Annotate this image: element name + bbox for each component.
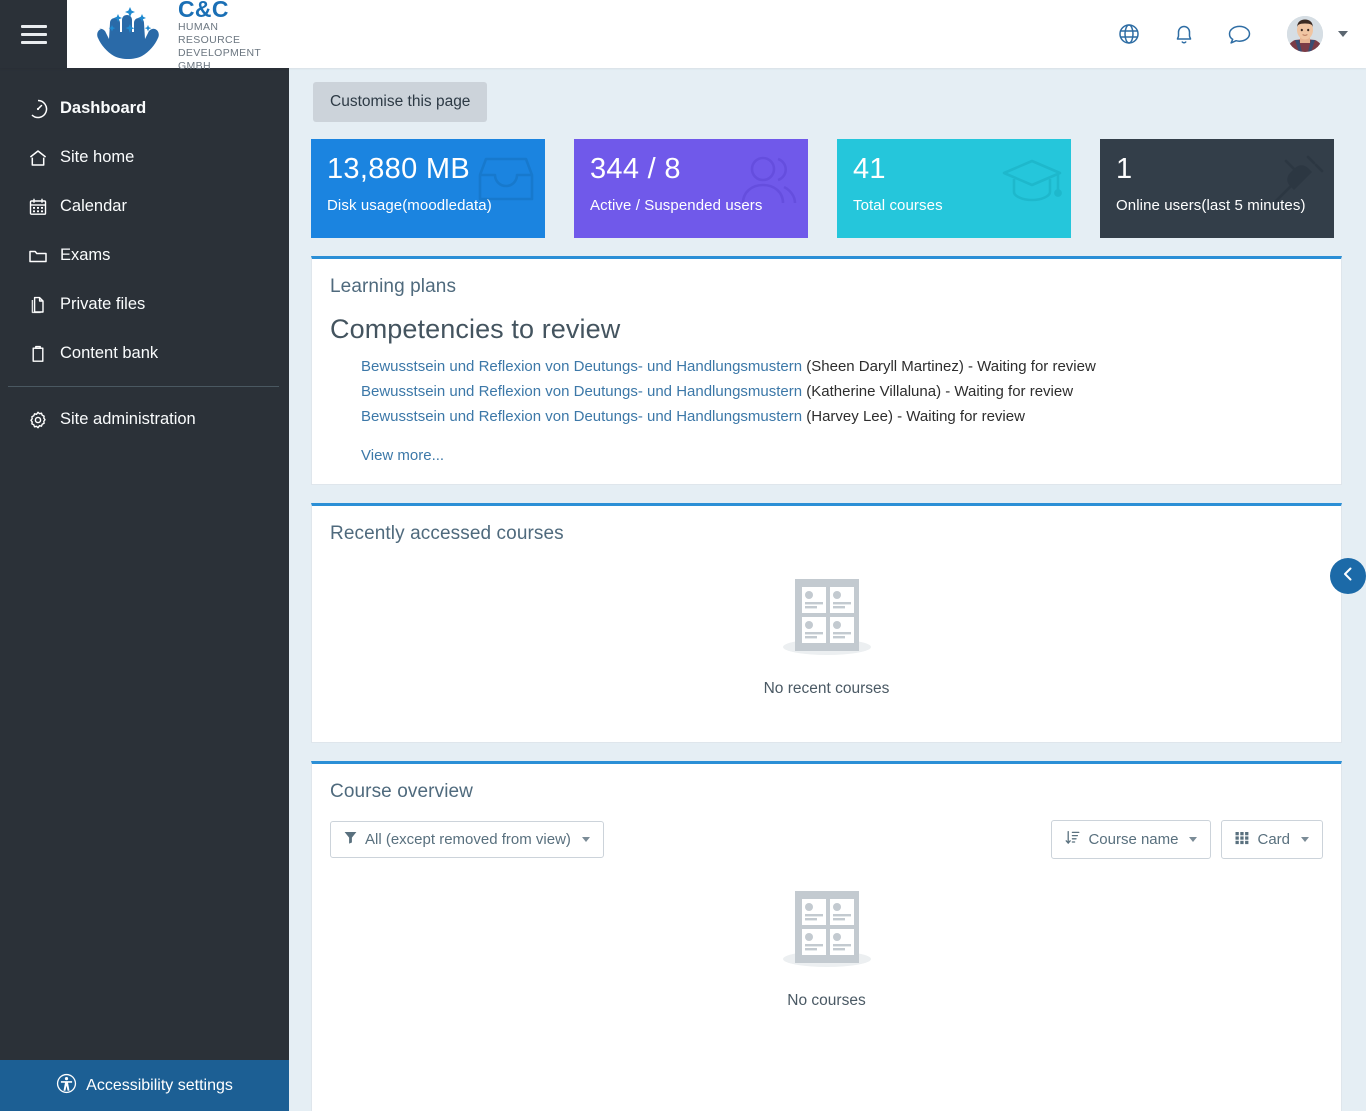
stat-value: 1 [1116, 153, 1133, 185]
stat-card-active-suspended-users[interactable]: 344 / 8 Active / Suspended users [574, 139, 808, 238]
competency-row: Bewusstsein und Reflexion von Deutungs- … [361, 405, 1323, 430]
menu-toggle-button[interactable] [0, 0, 67, 68]
competencies-list: Bewusstsein und Reflexion von Deutungs- … [330, 355, 1323, 429]
notifications-bell-icon[interactable] [1171, 21, 1197, 47]
sidebar-nav: Dashboard Site home Calendar Exams Priva… [0, 68, 289, 1111]
messages-chat-icon[interactable] [1226, 21, 1252, 47]
sidebar-item-content-bank[interactable]: Content bank [0, 329, 289, 378]
user-avatar[interactable] [1287, 16, 1323, 52]
chevron-down-icon [1189, 837, 1198, 843]
competency-status: (Sheen Daryll Martinez) - Waiting for re… [806, 358, 1096, 375]
stat-value: 13,880 MB [327, 153, 470, 185]
sidebar-item-dashboard[interactable]: Dashboard [0, 84, 289, 133]
courses-board-illustration [781, 569, 873, 661]
hamburger-menu-icon [20, 24, 47, 44]
hands-with-stars-icon [91, 5, 169, 63]
folder-icon [27, 245, 48, 266]
stat-label: Total courses [853, 197, 943, 215]
stat-card-disk-usage[interactable]: 13,880 MB Disk usage(moodledata) [311, 139, 545, 238]
competencies-heading: Competencies to review [330, 314, 621, 344]
sort-descending-icon [1065, 830, 1080, 849]
grid-view-icon [1235, 831, 1249, 849]
navbar-actions [1116, 16, 1366, 52]
empty-state: No recent courses [330, 569, 1323, 716]
course-view-controls: Course name Card [1051, 820, 1323, 860]
competency-status: (Katherine Villaluna) - Waiting for revi… [806, 382, 1074, 400]
courses-board-illustration [781, 881, 873, 973]
stat-label: Disk usage(moodledata) [327, 197, 492, 215]
recently-accessed-courses-card: Recently accessed courses No recent cour… [311, 503, 1342, 744]
course-overview-card: Course overview All (except removed from… [311, 761, 1342, 1111]
empty-state-text: No courses [787, 992, 866, 1010]
accessibility-person-icon [56, 1073, 77, 1099]
competency-row: Bewusstsein und Reflexion von Deutungs- … [361, 380, 1323, 405]
files-icon [27, 294, 48, 315]
customise-this-page-button[interactable]: Customise this page [313, 82, 488, 122]
accessibility-settings-button[interactable]: Accessibility settings [0, 1060, 289, 1111]
view-more-link[interactable]: View more... [361, 447, 444, 464]
course-sort-label: Course name [1088, 831, 1179, 849]
sidebar-item-site-home[interactable]: Site home [0, 133, 289, 182]
sidebar-item-calendar[interactable]: Calendar [0, 182, 289, 231]
course-sort-dropdown[interactable]: Course name [1051, 820, 1212, 860]
course-display-dropdown[interactable]: Card [1221, 820, 1323, 860]
home-icon [27, 147, 48, 168]
learning-plans-card: Learning plans Competencies to review Be… [311, 256, 1342, 486]
sidebar-item-label: Private files [60, 295, 146, 313]
clipboard-icon [27, 343, 48, 364]
chevron-down-icon [581, 837, 590, 843]
sidebar-item-label: Site administration [60, 410, 196, 428]
stat-card-online-users[interactable]: 1 Online users(last 5 minutes) [1100, 139, 1334, 238]
competency-link[interactable]: Bewusstsein und Reflexion von Deutungs- … [361, 408, 802, 425]
chevron-down-icon[interactable] [1338, 31, 1348, 37]
empty-state-text: No recent courses [763, 680, 890, 698]
course-filter-dropdown[interactable]: All (except removed from view) [330, 821, 604, 859]
dashboard-gauge-icon [27, 98, 48, 119]
sidebar-item-label: Dashboard [60, 99, 147, 117]
gear-icon [27, 409, 48, 430]
sidebar-item-label: Exams [60, 246, 111, 264]
calendar-icon [27, 196, 48, 217]
card-title: Course overview [330, 781, 473, 803]
competency-status: (Harvey Lee) - Waiting for review [806, 407, 1025, 425]
stat-label: Online users(last 5 minutes) [1116, 197, 1306, 215]
stat-label: Active / Suspended users [590, 197, 763, 215]
card-title: Recently accessed courses [330, 523, 564, 545]
open-block-drawer-button[interactable] [1330, 558, 1366, 594]
competency-link[interactable]: Bewusstsein und Reflexion von Deutungs- … [361, 358, 802, 375]
accessibility-settings-label: Accessibility settings [86, 1076, 233, 1094]
stat-value: 344 / 8 [590, 153, 681, 185]
sidebar-item-label: Site home [60, 148, 135, 166]
competency-row: Bewusstsein und Reflexion von Deutungs- … [361, 355, 1323, 380]
course-filter-label: All (except removed from view) [365, 831, 571, 849]
sidebar-item-exams[interactable]: Exams [0, 231, 289, 280]
card-title: Learning plans [330, 276, 457, 297]
sidebar-item-label: Content bank [60, 344, 159, 362]
sidebar-item-site-administration[interactable]: Site administration [0, 395, 289, 444]
sidebar-divider [8, 386, 279, 387]
language-globe-icon[interactable] [1116, 21, 1142, 47]
brand-title: C&C [178, 0, 229, 22]
sidebar-item-private-files[interactable]: Private files [0, 280, 289, 329]
stat-value: 41 [853, 153, 886, 185]
chevron-left-icon [1341, 566, 1355, 587]
top-navbar: C&C HUMAN RESOURCE DEVELOPMENT GMBH [0, 0, 1366, 72]
main-content: Customise this page 13,880 MB Disk usage… [289, 68, 1366, 1111]
course-overview-toolbar: All (except removed from view) Course na… [330, 820, 1323, 860]
competency-link[interactable]: Bewusstsein und Reflexion von Deutungs- … [361, 383, 802, 400]
stat-cards: 13,880 MB Disk usage(moodledata) 344 / 8… [311, 139, 1366, 238]
site-logo[interactable]: C&C HUMAN RESOURCE DEVELOPMENT GMBH [91, 0, 261, 73]
course-display-label: Card [1257, 831, 1290, 849]
chevron-down-icon [1301, 837, 1309, 843]
empty-state: No courses [330, 881, 1323, 1110]
sidebar-item-label: Calendar [60, 197, 127, 215]
filter-funnel-icon [344, 831, 357, 848]
brand-subtitle: HUMAN RESOURCE DEVELOPMENT GMBH [178, 20, 262, 73]
stat-card-total-courses[interactable]: 41 Total courses [837, 139, 1071, 238]
